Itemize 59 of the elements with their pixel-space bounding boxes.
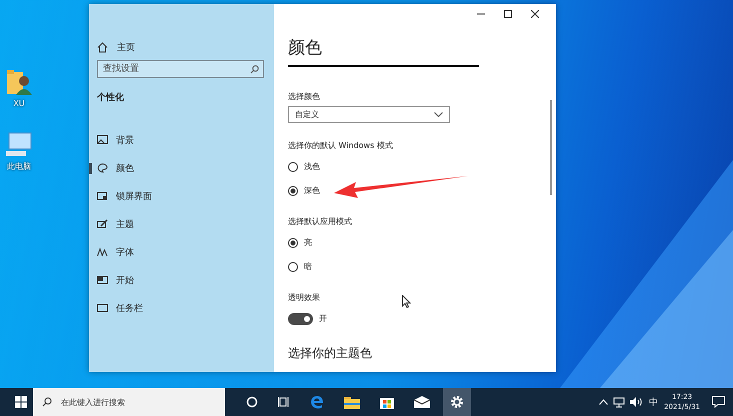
sidebar-item[interactable]: 背景 bbox=[97, 126, 264, 154]
home-icon bbox=[97, 42, 108, 52]
start-icon[interactable] bbox=[14, 395, 28, 409]
network-icon[interactable] bbox=[613, 396, 626, 408]
sidebar-item[interactable]: 字体 bbox=[97, 238, 264, 266]
gear-icon bbox=[450, 395, 464, 409]
screen-icon bbox=[97, 191, 108, 201]
radio-label[interactable]: 暗 bbox=[304, 261, 312, 272]
radio-button[interactable] bbox=[288, 186, 298, 196]
screen-icon bbox=[97, 303, 108, 313]
sidebar-item[interactable]: 颜色 bbox=[97, 154, 264, 182]
toggle-label: 透明效果 bbox=[288, 292, 320, 303]
taskbar-search-field[interactable]: 在此键入进行搜索 bbox=[33, 388, 225, 416]
radio-label[interactable]: 浅色 bbox=[304, 161, 320, 172]
home-link[interactable]: 主页 bbox=[97, 40, 264, 54]
radio-label[interactable]: 亮 bbox=[304, 237, 312, 248]
maximize-icon[interactable] bbox=[504, 10, 512, 18]
cursor-icon bbox=[402, 295, 411, 308]
palette-icon bbox=[97, 163, 108, 173]
computer-icon[interactable] bbox=[5, 132, 33, 158]
page-title: 颜色 bbox=[288, 36, 479, 67]
group-label: 选择你的默认 Windows 模式 bbox=[288, 140, 393, 151]
volume-icon[interactable] bbox=[630, 397, 642, 407]
input-method-indicator[interactable]: 中 bbox=[649, 396, 658, 408]
notification-icon[interactable] bbox=[712, 396, 725, 408]
folder-icon[interactable] bbox=[344, 396, 360, 408]
group-label: 选择默认应用模式 bbox=[288, 216, 352, 227]
mail-icon[interactable] bbox=[414, 396, 430, 408]
edge-icon[interactable] bbox=[310, 395, 324, 409]
sidebar-item[interactable]: 任务栏 bbox=[97, 294, 264, 322]
color-dropdown[interactable]: 自定义 bbox=[288, 106, 450, 123]
close-icon[interactable] bbox=[531, 10, 539, 18]
chevron-icon bbox=[434, 112, 443, 117]
sidebar-item[interactable]: 开始 bbox=[97, 266, 264, 294]
user-folder-icon[interactable] bbox=[6, 68, 32, 96]
toggle-state: 开 bbox=[319, 313, 327, 324]
sidebar-item[interactable]: 主题 bbox=[97, 210, 264, 238]
toggle-switch[interactable] bbox=[288, 312, 313, 324]
scrollbar[interactable] bbox=[550, 100, 552, 195]
settings-taskbar-button[interactable] bbox=[443, 388, 471, 416]
radio-button[interactable] bbox=[288, 262, 298, 272]
radio-button[interactable] bbox=[288, 238, 298, 248]
sidebar-item[interactable]: 锁屏界面 bbox=[97, 182, 264, 210]
chevron-icon[interactable] bbox=[599, 399, 608, 405]
screen-icon bbox=[97, 275, 108, 285]
radio-button[interactable] bbox=[288, 162, 298, 172]
search-icon bbox=[250, 65, 259, 74]
radio-label[interactable]: 深色 bbox=[304, 185, 320, 196]
field-label: 选择颜色 bbox=[288, 91, 320, 102]
search-field[interactable]: 查找设置 bbox=[97, 60, 264, 78]
cortana-icon[interactable] bbox=[246, 396, 258, 408]
section-heading: 个性化 bbox=[97, 92, 125, 104]
store-icon[interactable] bbox=[380, 395, 394, 409]
search-icon bbox=[42, 397, 52, 407]
font-icon bbox=[97, 247, 108, 257]
brush-icon bbox=[97, 219, 108, 229]
section-heading: 选择你的主题色 bbox=[288, 345, 372, 362]
image-icon bbox=[97, 135, 108, 145]
task-view-icon[interactable] bbox=[278, 396, 290, 408]
